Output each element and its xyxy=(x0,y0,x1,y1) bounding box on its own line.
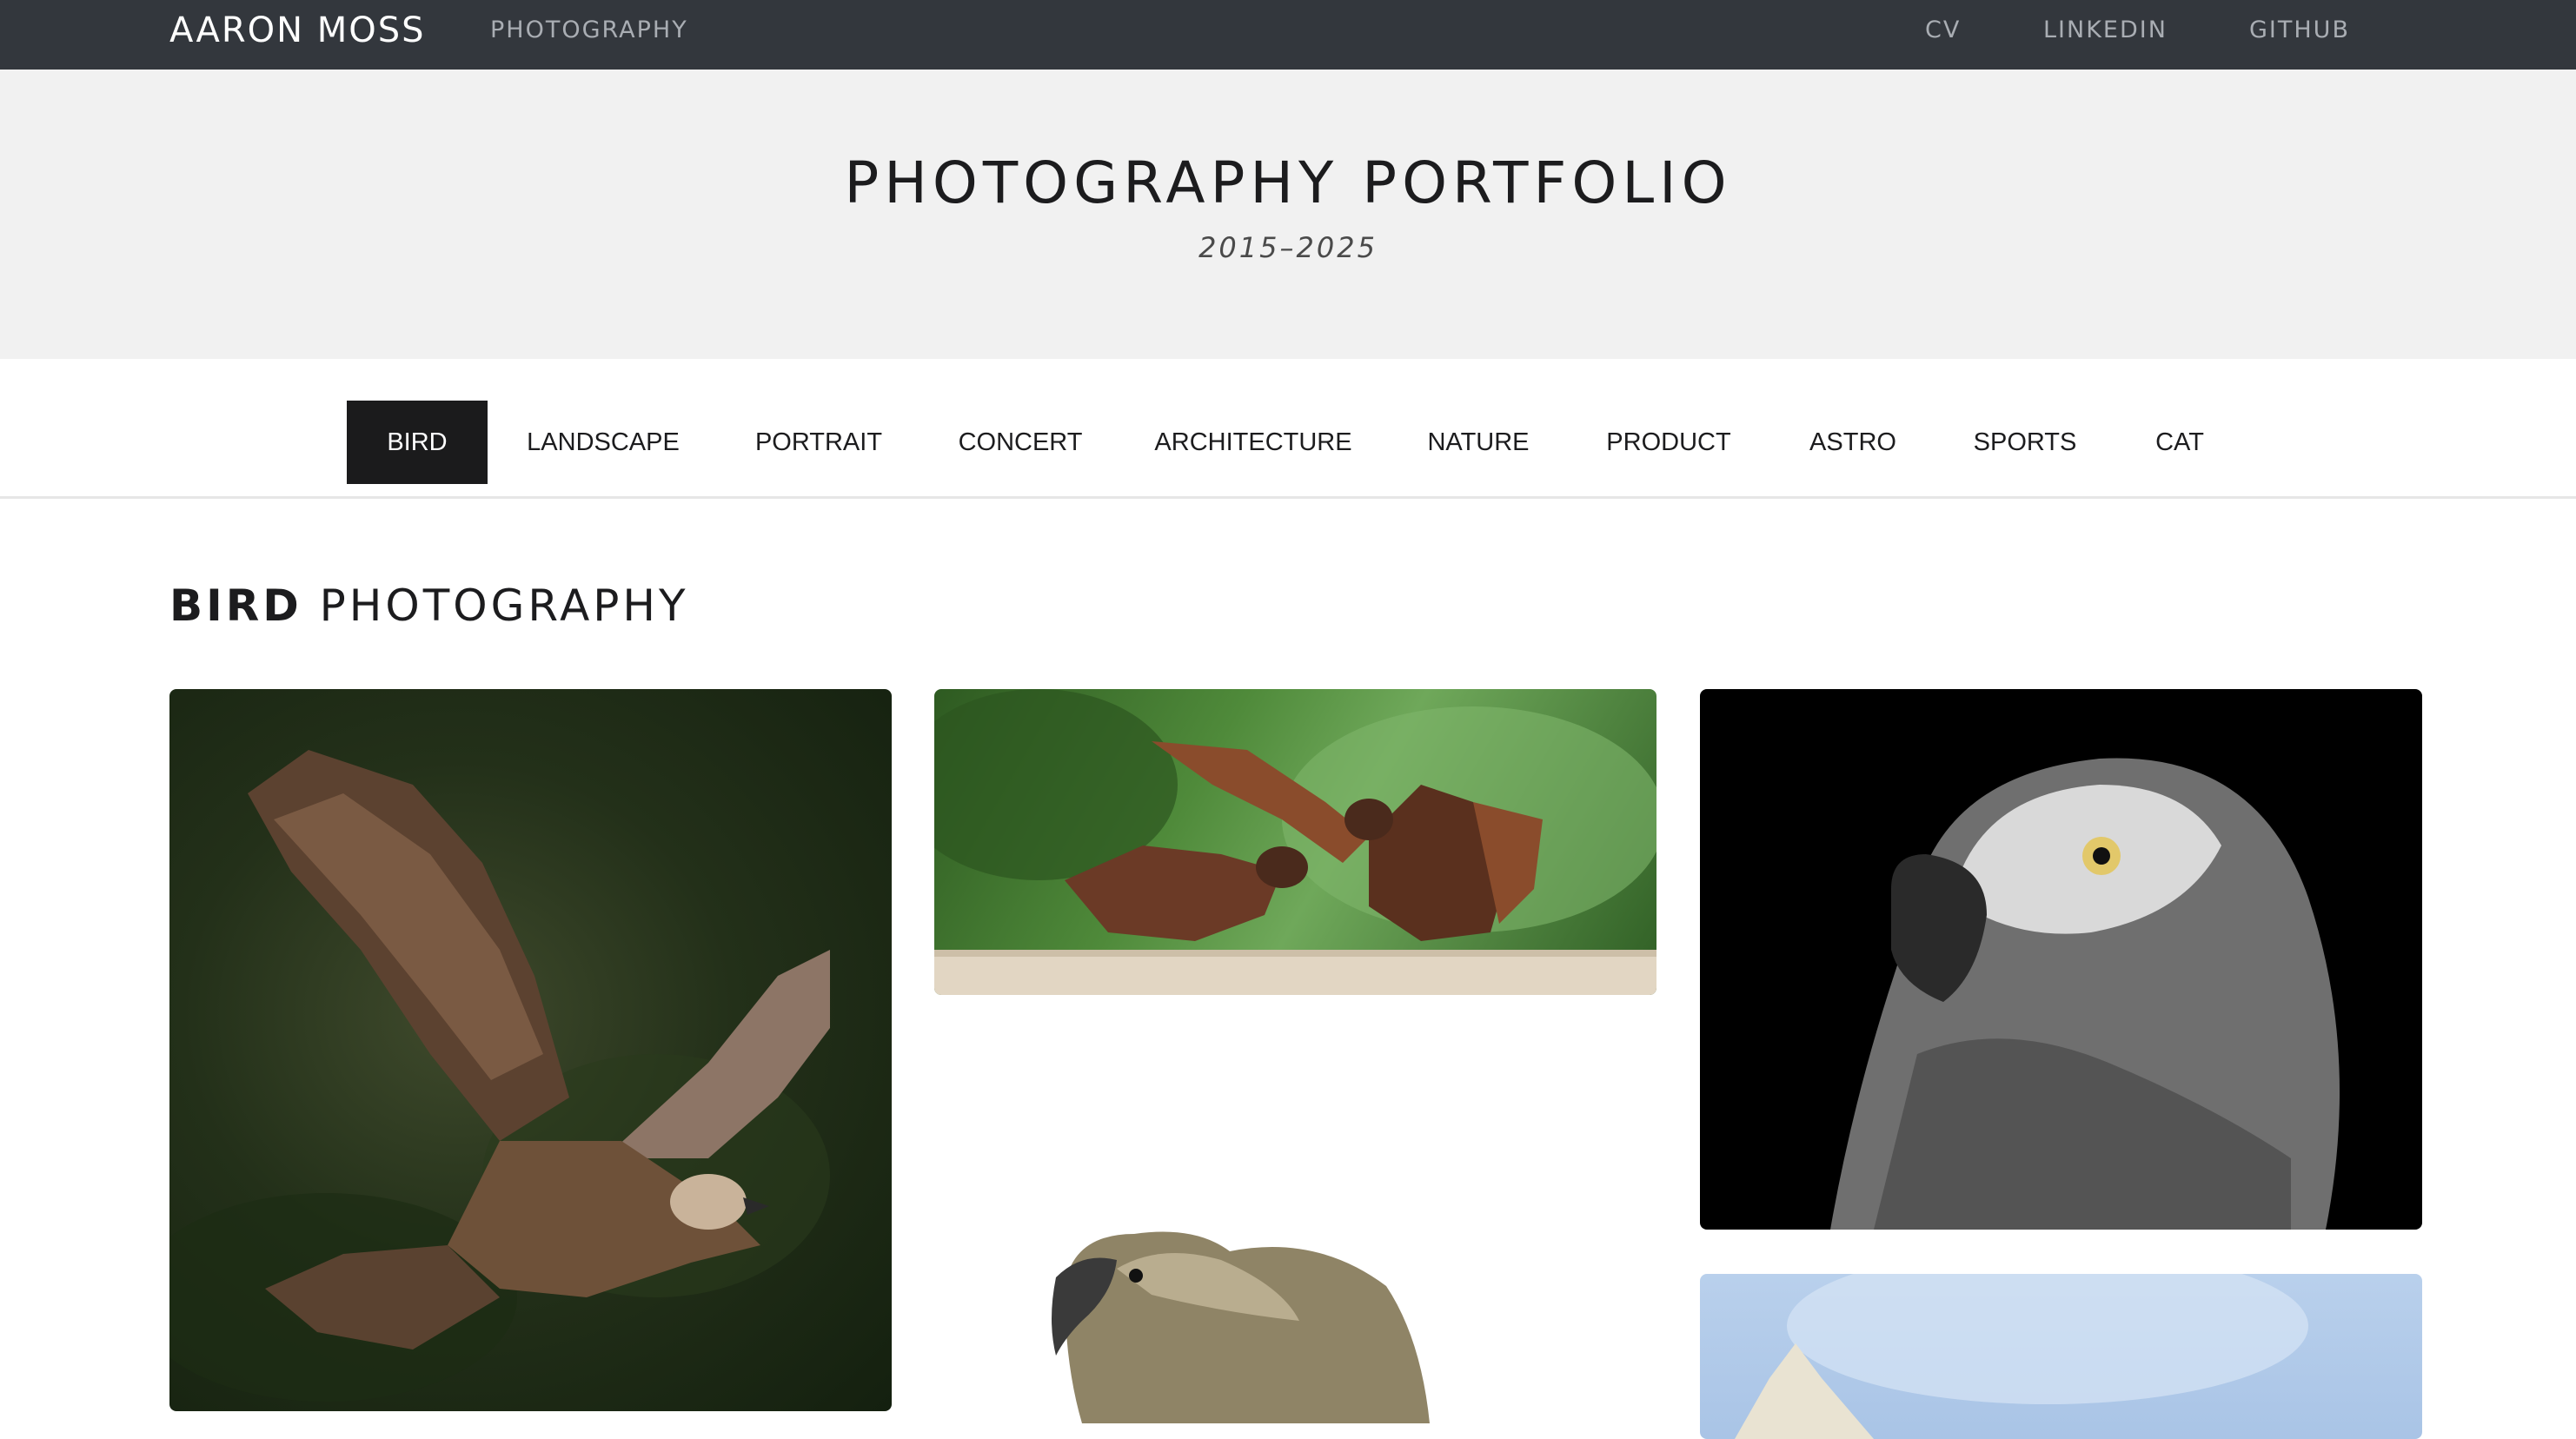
tab-landscape[interactable]: LANDSCAPE xyxy=(511,401,695,484)
tab-astro[interactable]: ASTRO xyxy=(1790,401,1915,484)
tab-bird[interactable]: BIRD xyxy=(347,401,488,484)
tab-portrait[interactable]: PORTRAIT xyxy=(737,401,900,484)
section-heading-bold: BIRD xyxy=(169,580,302,631)
page-subtitle: 2015–2025 xyxy=(1198,231,1378,264)
gallery-photo-kaka-pair[interactable] xyxy=(934,689,1656,995)
section-heading-rest: PHOTOGRAPHY xyxy=(302,580,689,631)
tab-concert[interactable]: CONCERT xyxy=(943,401,1098,484)
tab-architecture[interactable]: ARCHITECTURE xyxy=(1139,401,1368,484)
tab-product[interactable]: PRODUCT xyxy=(1590,401,1747,484)
gallery-photo-kite[interactable] xyxy=(169,689,892,1411)
nav-link-linkedin[interactable]: LINKEDIN xyxy=(2043,0,2168,61)
hero-banner: PHOTOGRAPHY PORTFOLIO 2015–2025 xyxy=(0,70,2576,359)
kea-illustration xyxy=(1052,1231,1430,1423)
top-navbar: AARON MOSS PHOTOGRAPHY CV LINKEDIN GITHU… xyxy=(0,0,2576,70)
tab-sports[interactable]: SPORTS xyxy=(1959,401,2091,484)
gallery-photo-kea[interactable] xyxy=(934,1034,1656,1423)
gallery-photo-sky-bird[interactable] xyxy=(1700,1274,2422,1439)
tab-cat[interactable]: CAT xyxy=(2133,401,2227,484)
nav-link-cv[interactable]: CV xyxy=(1925,0,1961,61)
parrot-illustration xyxy=(1830,758,2340,1230)
category-tabs: BIRD LANDSCAPE PORTRAIT CONCERT ARCHITEC… xyxy=(0,359,2576,499)
nav-link-github[interactable]: GITHUB xyxy=(2249,0,2350,61)
kite-illustration xyxy=(169,750,830,1402)
page-title: PHOTOGRAPHY PORTFOLIO xyxy=(0,149,2576,216)
tab-nature[interactable]: NATURE xyxy=(1410,401,1547,484)
nav-link-photography[interactable]: PHOTOGRAPHY xyxy=(490,0,688,61)
section-heading: BIRD PHOTOGRAPHY xyxy=(169,580,689,631)
kaka-illustration xyxy=(934,689,1656,995)
sky-bird-illustration xyxy=(1735,1274,2308,1439)
brand-link[interactable]: AARON MOSS xyxy=(169,0,426,61)
page-title-strong: PHOTOGRAPHY xyxy=(844,149,1339,216)
page-title-rest: PORTFOLIO xyxy=(1338,149,1732,216)
gallery-photo-grey-parrot[interactable] xyxy=(1700,689,2422,1230)
